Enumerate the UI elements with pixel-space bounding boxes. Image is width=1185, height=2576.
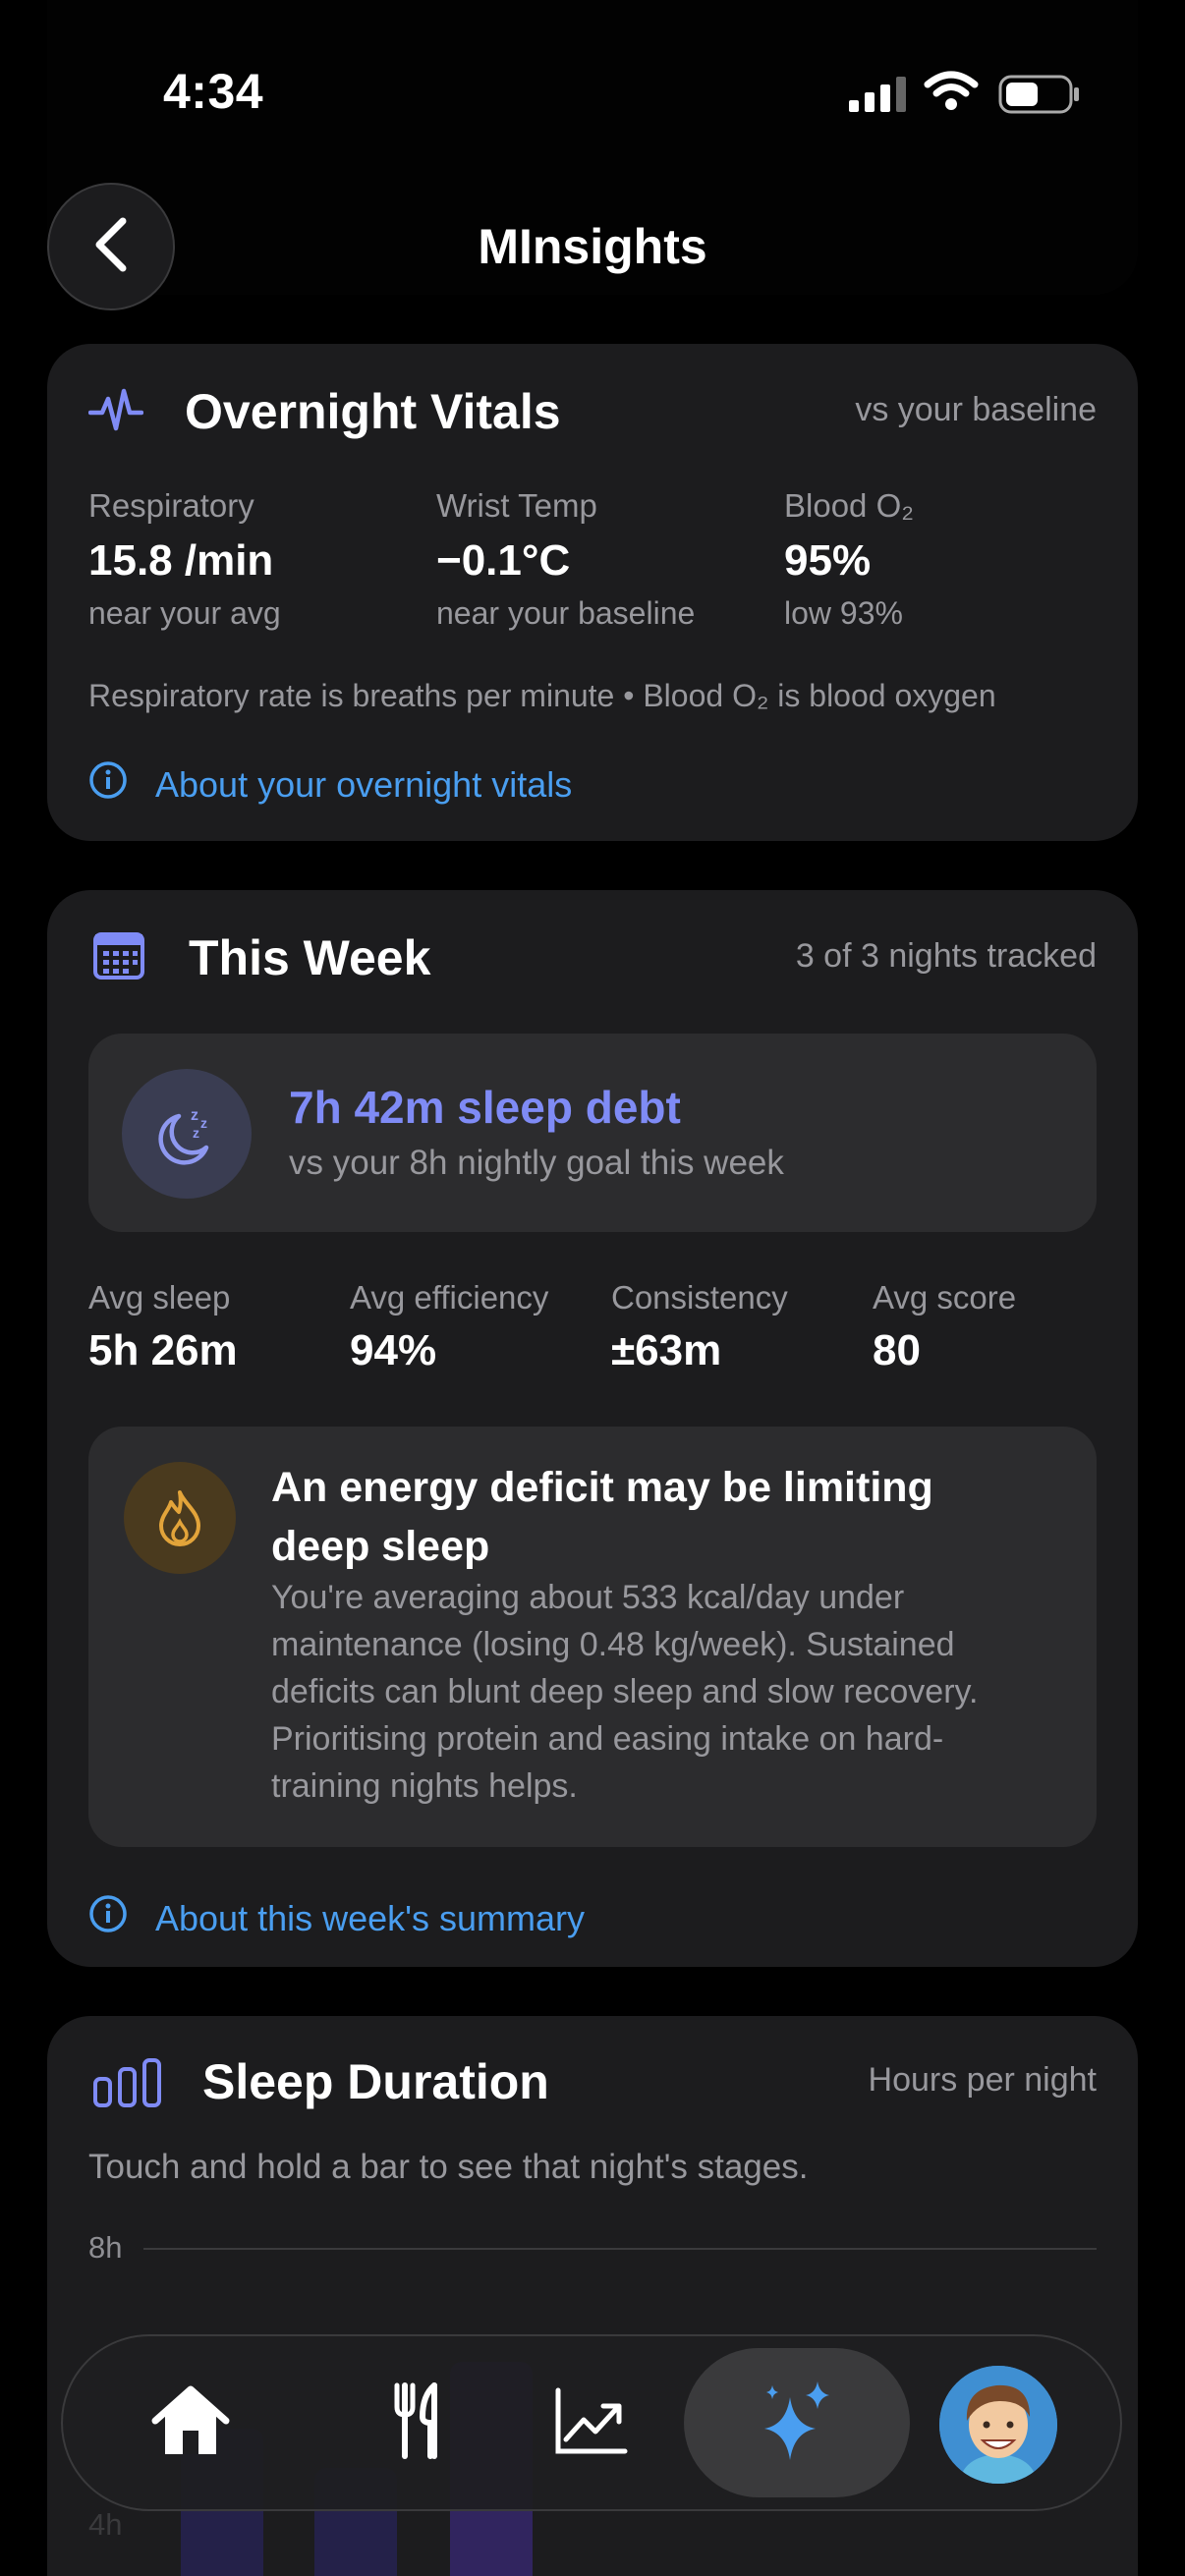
stat-consistency: Consistency ±63m bbox=[611, 1279, 788, 1375]
vital-value: −0.1°C bbox=[436, 536, 571, 585]
bar-chart-icon bbox=[92, 2057, 163, 2113]
fork-knife-icon bbox=[391, 2381, 446, 2465]
vital-value: 95% bbox=[784, 536, 872, 585]
stat-value: 80 bbox=[873, 1326, 921, 1374]
stat-avg-sleep: Avg sleep 5h 26m bbox=[88, 1279, 238, 1375]
gridline-label-8h: 8h bbox=[88, 2230, 123, 2265]
about-vitals-label: About your overnight vitals bbox=[155, 763, 573, 805]
stat-avg-efficiency: Avg efficiency 94% bbox=[350, 1279, 548, 1375]
energy-deficit-panel: An energy deficit may be limiting deep s… bbox=[88, 1427, 1097, 1847]
gridline-8h bbox=[143, 2248, 1097, 2250]
info-icon bbox=[88, 760, 128, 809]
sparkles-icon bbox=[757, 2380, 835, 2467]
stat-value: 94% bbox=[350, 1326, 437, 1374]
calendar-icon bbox=[92, 931, 147, 987]
sleep-debt-subtitle: vs your 8h nightly goal this week bbox=[289, 1144, 784, 1182]
about-week-label: About this week's summary bbox=[155, 1897, 586, 1938]
gridline-label-4h: 4h bbox=[88, 2507, 123, 2542]
sleep-debt-panel: z z z 7h 42m sleep debt vs your 8h night… bbox=[88, 1034, 1097, 1232]
duration-title: Sleep Duration bbox=[202, 2054, 549, 2109]
status-bar: 4:34 bbox=[0, 0, 1185, 187]
tab-nutrition[interactable] bbox=[350, 2336, 487, 2509]
cellular-signal-icon bbox=[849, 77, 910, 117]
this-week-card: This Week 3 of 3 nights tracked z z z 7h… bbox=[47, 890, 1138, 1967]
heartbeat-icon bbox=[87, 383, 144, 443]
duration-hint: Touch and hold a bar to see that night's… bbox=[88, 2148, 809, 2186]
moon-zzz-icon: z z z bbox=[122, 1069, 252, 1199]
avatar[interactable] bbox=[939, 2366, 1057, 2484]
vital-blood-oxygen: Blood O₂ 95% low 93% bbox=[784, 487, 914, 632]
sleep-debt-title: 7h 42m sleep debt bbox=[289, 1082, 681, 1133]
svg-text:z: z bbox=[200, 1115, 207, 1131]
vital-note: low 93% bbox=[784, 595, 903, 631]
stat-value: 5h 26m bbox=[88, 1326, 238, 1374]
about-week-link[interactable]: About this week's summary bbox=[88, 1894, 585, 1942]
info-icon bbox=[88, 1894, 128, 1942]
svg-text:z: z bbox=[191, 1107, 198, 1124]
tab-insights[interactable] bbox=[727, 2336, 865, 2509]
vital-label: Wrist Temp bbox=[436, 487, 597, 524]
about-vitals-link[interactable]: About your overnight vitals bbox=[88, 760, 572, 809]
overnight-vitals-card: Overnight Vitals vs your baseline Respir… bbox=[47, 344, 1138, 841]
tab-home[interactable] bbox=[122, 2336, 259, 2509]
battery-icon bbox=[998, 75, 1081, 119]
energy-deficit-title: An energy deficit may be limiting deep s… bbox=[271, 1464, 933, 1570]
stat-value: ±63m bbox=[611, 1326, 722, 1374]
tab-bar bbox=[61, 2334, 1122, 2511]
chart-icon bbox=[554, 2386, 629, 2460]
stat-label: Avg efficiency bbox=[350, 1279, 549, 1316]
tab-trends[interactable] bbox=[523, 2336, 660, 2509]
svg-text:z: z bbox=[193, 1125, 199, 1141]
stat-label: Avg sleep bbox=[88, 1279, 231, 1316]
vitals-subtitle: vs your baseline bbox=[855, 391, 1097, 428]
vital-note: near your avg bbox=[88, 595, 281, 631]
vital-note: near your baseline bbox=[436, 595, 696, 631]
week-subtitle: 3 of 3 nights tracked bbox=[795, 937, 1097, 975]
vital-value: 15.8 /min bbox=[88, 536, 274, 585]
home-icon bbox=[149, 2383, 232, 2463]
flame-icon bbox=[124, 1462, 236, 1574]
energy-deficit-body: You're averaging about 533 kcal/day unde… bbox=[271, 1579, 979, 1805]
page-title: MInsights bbox=[478, 219, 707, 274]
stat-label: Avg score bbox=[873, 1279, 1017, 1316]
vital-label: Blood O₂ bbox=[784, 487, 915, 524]
vitals-footnote: Respiratory rate is breaths per minute •… bbox=[88, 678, 996, 713]
vital-label: Respiratory bbox=[88, 487, 254, 524]
stat-label: Consistency bbox=[611, 1279, 788, 1316]
stat-avg-score: Avg score 80 bbox=[873, 1279, 1016, 1375]
vitals-title: Overnight Vitals bbox=[185, 384, 561, 439]
vital-respiratory: Respiratory 15.8 /min near your avg bbox=[88, 487, 281, 632]
status-time: 4:34 bbox=[163, 64, 264, 119]
vital-wrist-temp: Wrist Temp −0.1°C near your baseline bbox=[436, 487, 695, 632]
duration-subtitle: Hours per night bbox=[868, 2061, 1097, 2099]
week-title: This Week bbox=[189, 930, 431, 985]
wifi-icon bbox=[924, 71, 979, 117]
